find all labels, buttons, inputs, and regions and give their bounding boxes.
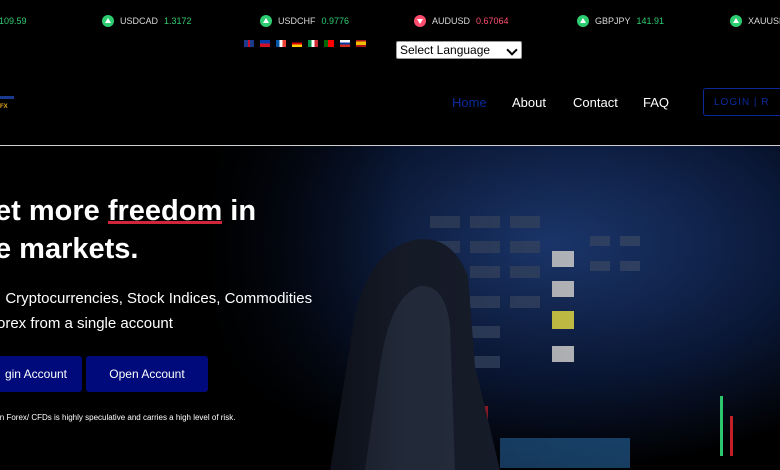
- login-register-button[interactable]: LOGIN | R: [703, 88, 780, 116]
- language-select[interactable]: Select Language: [396, 41, 522, 59]
- german-flag-icon[interactable]: [292, 40, 302, 47]
- philippines-flag-icon[interactable]: [260, 40, 270, 47]
- logo-text: FX: [0, 104, 8, 110]
- ticker-price: 109.59: [0, 16, 27, 26]
- language-flags: [244, 40, 366, 47]
- nav-home[interactable]: Home: [452, 95, 487, 110]
- italian-flag-icon[interactable]: [308, 40, 318, 47]
- english-flag-icon[interactable]: [244, 40, 254, 47]
- ticker-symbol: USDCAD: [120, 16, 159, 26]
- arrow-up-icon: [102, 15, 114, 27]
- hero-subtitle: , Cryptocurrencies, Stock Indices, Commo…: [0, 286, 337, 336]
- hero-title-line2: e markets.: [0, 233, 139, 265]
- risk-warning: in Forex/ CFDs is highly speculative and…: [0, 413, 236, 422]
- nav-about[interactable]: About: [512, 95, 546, 110]
- russian-flag-icon[interactable]: [340, 40, 350, 47]
- arrow-up-icon: [730, 15, 742, 27]
- ticker-symbol: USDCHF: [278, 16, 316, 26]
- login-account-button[interactable]: gin Account: [0, 356, 82, 392]
- nav-contact[interactable]: Contact: [573, 95, 618, 110]
- hero-title-post: in: [222, 195, 257, 227]
- language-select-value: Select Language: [400, 43, 491, 57]
- chevron-down-icon: [506, 44, 518, 56]
- portuguese-flag-icon[interactable]: [324, 40, 334, 47]
- hero-title-pre: et more: [0, 195, 108, 227]
- spanish-flag-icon[interactable]: [356, 40, 366, 47]
- arrow-up-icon: [260, 15, 272, 27]
- ticker-item-audusd[interactable]: AUDUSD 0.67064: [414, 13, 509, 29]
- arrow-up-icon: [577, 15, 589, 27]
- ticker-item-usdcad[interactable]: USDCAD 1.3172: [102, 13, 192, 29]
- ticker-item-gbpjpy[interactable]: GBPJPY 141.91: [577, 13, 664, 29]
- hero-subtitle-line1: , Cryptocurrencies, Stock Indices, Commo…: [0, 290, 313, 307]
- hero-title-line1: et more freedom in: [0, 192, 256, 230]
- ticker-price: 1.3172: [164, 16, 192, 26]
- ticker-price: 0.9776: [321, 16, 350, 26]
- hero-subtitle-line2: orex from a single account: [0, 315, 173, 332]
- ticker-symbol: XAUUSD: [748, 16, 780, 26]
- price-ticker: 109.59 USDCAD 1.3172 USDCHF 0.9776 AUDUS…: [0, 0, 780, 40]
- arrow-down-icon: [414, 15, 426, 27]
- ticker-item[interactable]: 109.59: [0, 13, 27, 29]
- ticker-item-xauusd[interactable]: XAUUSD: [730, 13, 780, 29]
- brand-logo[interactable]: FX: [0, 94, 16, 112]
- open-account-button[interactable]: Open Account: [86, 356, 208, 392]
- hero-title-highlight: freedom: [107, 195, 223, 227]
- french-flag-icon[interactable]: [276, 40, 286, 47]
- ticker-price: 0.67064: [476, 16, 509, 26]
- logo-bar: [0, 96, 14, 99]
- ticker-price: 141.91: [636, 16, 665, 26]
- ticker-symbol: AUDUSD: [432, 16, 471, 26]
- ticker-item-usdchf[interactable]: USDCHF 0.9776: [260, 13, 349, 29]
- nav-faq[interactable]: FAQ: [643, 95, 669, 110]
- hero-title: et more freedom in e markets.: [0, 192, 256, 268]
- ticker-symbol: GBPJPY: [595, 16, 631, 26]
